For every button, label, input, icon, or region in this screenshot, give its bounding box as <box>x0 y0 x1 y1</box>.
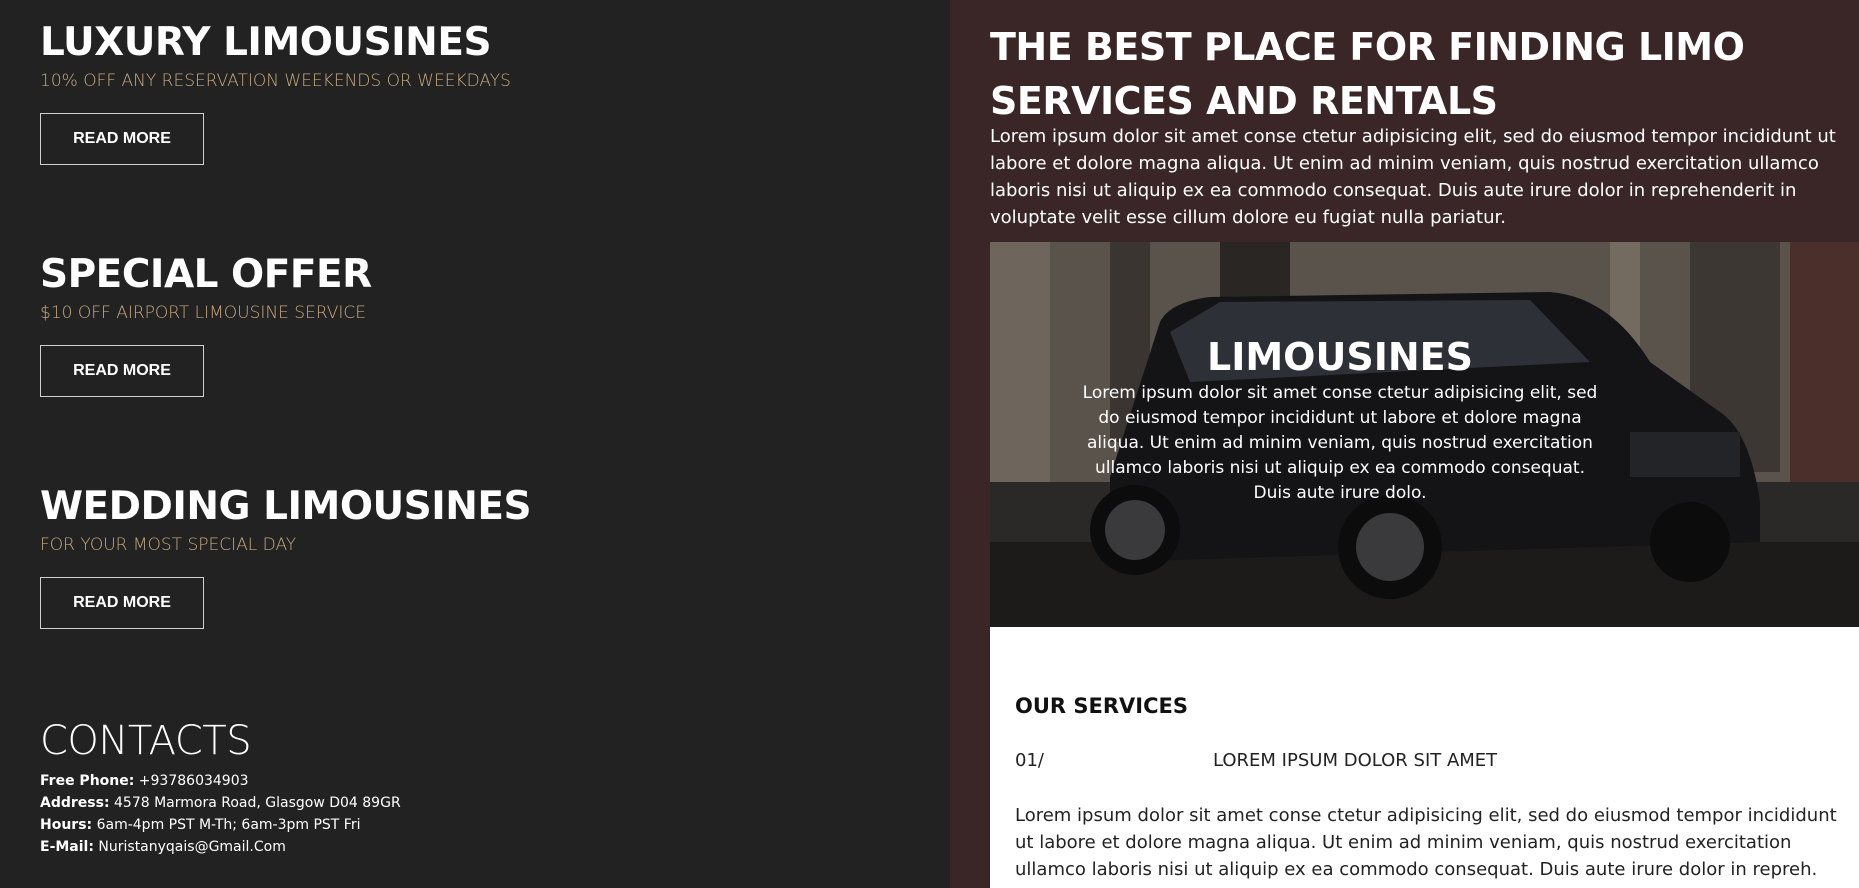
right-panel: THE BEST PLACE FOR FINDING LIMO SERVICES… <box>950 0 1859 888</box>
feature-title: LIMOUSINES <box>1207 335 1473 379</box>
offer-title: WEDDING LIMOUSINES <box>40 484 532 529</box>
feature-overlay: LIMOUSINES Lorem ipsum dolor sit amet co… <box>990 335 1690 506</box>
services-heading: OUR SERVICES <box>1015 694 1188 718</box>
hero-title: THE BEST PLACE FOR FINDING LIMO SERVICES… <box>990 25 1745 123</box>
phone-value[interactable]: +93786034903 <box>139 773 249 789</box>
left-panel: LUXURY LIMOUSINES 10% OFF ANY RESERVATIO… <box>0 0 950 888</box>
contact-address: Address: 4578 Marmora Road, Glasgow D04 … <box>40 792 401 814</box>
services-section: OUR SERVICES 01/ LOREM IPSUM DOLOR SIT A… <box>990 627 1859 888</box>
address-value: 4578 Marmora Road, Glasgow D04 89GR <box>114 795 401 811</box>
offer-special: SPECIAL OFFER $10 OFF AIRPORT LIMOUSINE … <box>40 252 372 397</box>
hours-value: 6am-4pm PST M-Th; 6am-3pm PST Fri <box>96 817 361 833</box>
contacts-heading: CONTACTS <box>40 718 252 764</box>
offer-luxury: LUXURY LIMOUSINES 10% OFF ANY RESERVATIO… <box>40 20 511 165</box>
offer-subtitle: 10% OFF ANY RESERVATION WEEKENDS OR WEEK… <box>40 70 511 91</box>
read-more-button[interactable]: READ MORE <box>40 344 204 397</box>
offer-title: LUXURY LIMOUSINES <box>40 20 492 65</box>
offer-subtitle: $10 OFF AIRPORT LIMOUSINE SERVICE <box>40 302 366 323</box>
read-more-button[interactable]: READ MORE <box>40 112 204 165</box>
hours-label: Hours: <box>40 817 93 833</box>
offer-wedding: WEDDING LIMOUSINES FOR YOUR MOST SPECIAL… <box>40 484 532 629</box>
service-number: 01/ <box>1015 750 1044 771</box>
service-description: Lorem ipsum dolor sit amet conse ctetur … <box>1015 805 1837 880</box>
email-label: E-Mail: <box>40 839 94 855</box>
contact-hours: Hours: 6am-4pm PST M-Th; 6am-3pm PST Fri <box>40 814 401 836</box>
offer-title: SPECIAL OFFER <box>40 252 372 297</box>
feature-image: LIMOUSINES Lorem ipsum dolor sit amet co… <box>990 242 1859 627</box>
service-title: LOREM IPSUM DOLOR SIT AMET <box>1213 750 1498 771</box>
contact-email: E-Mail: Nuristanyqais@Gmail.Com <box>40 836 401 858</box>
hero-text: Lorem ipsum dolor sit amet conse ctetur … <box>990 126 1836 228</box>
contacts-section: CONTACTS Free Phone: +93786034903 Addres… <box>40 720 401 858</box>
read-more-button[interactable]: READ MORE <box>40 576 204 629</box>
contact-phone: Free Phone: +93786034903 <box>40 770 401 792</box>
email-value[interactable]: Nuristanyqais@Gmail.Com <box>98 839 285 855</box>
phone-label: Free Phone: <box>40 773 135 789</box>
address-label: Address: <box>40 795 110 811</box>
feature-text: Lorem ipsum dolor sit amet conse ctetur … <box>1082 382 1598 503</box>
offer-subtitle: FOR YOUR MOST SPECIAL DAY <box>40 534 297 555</box>
